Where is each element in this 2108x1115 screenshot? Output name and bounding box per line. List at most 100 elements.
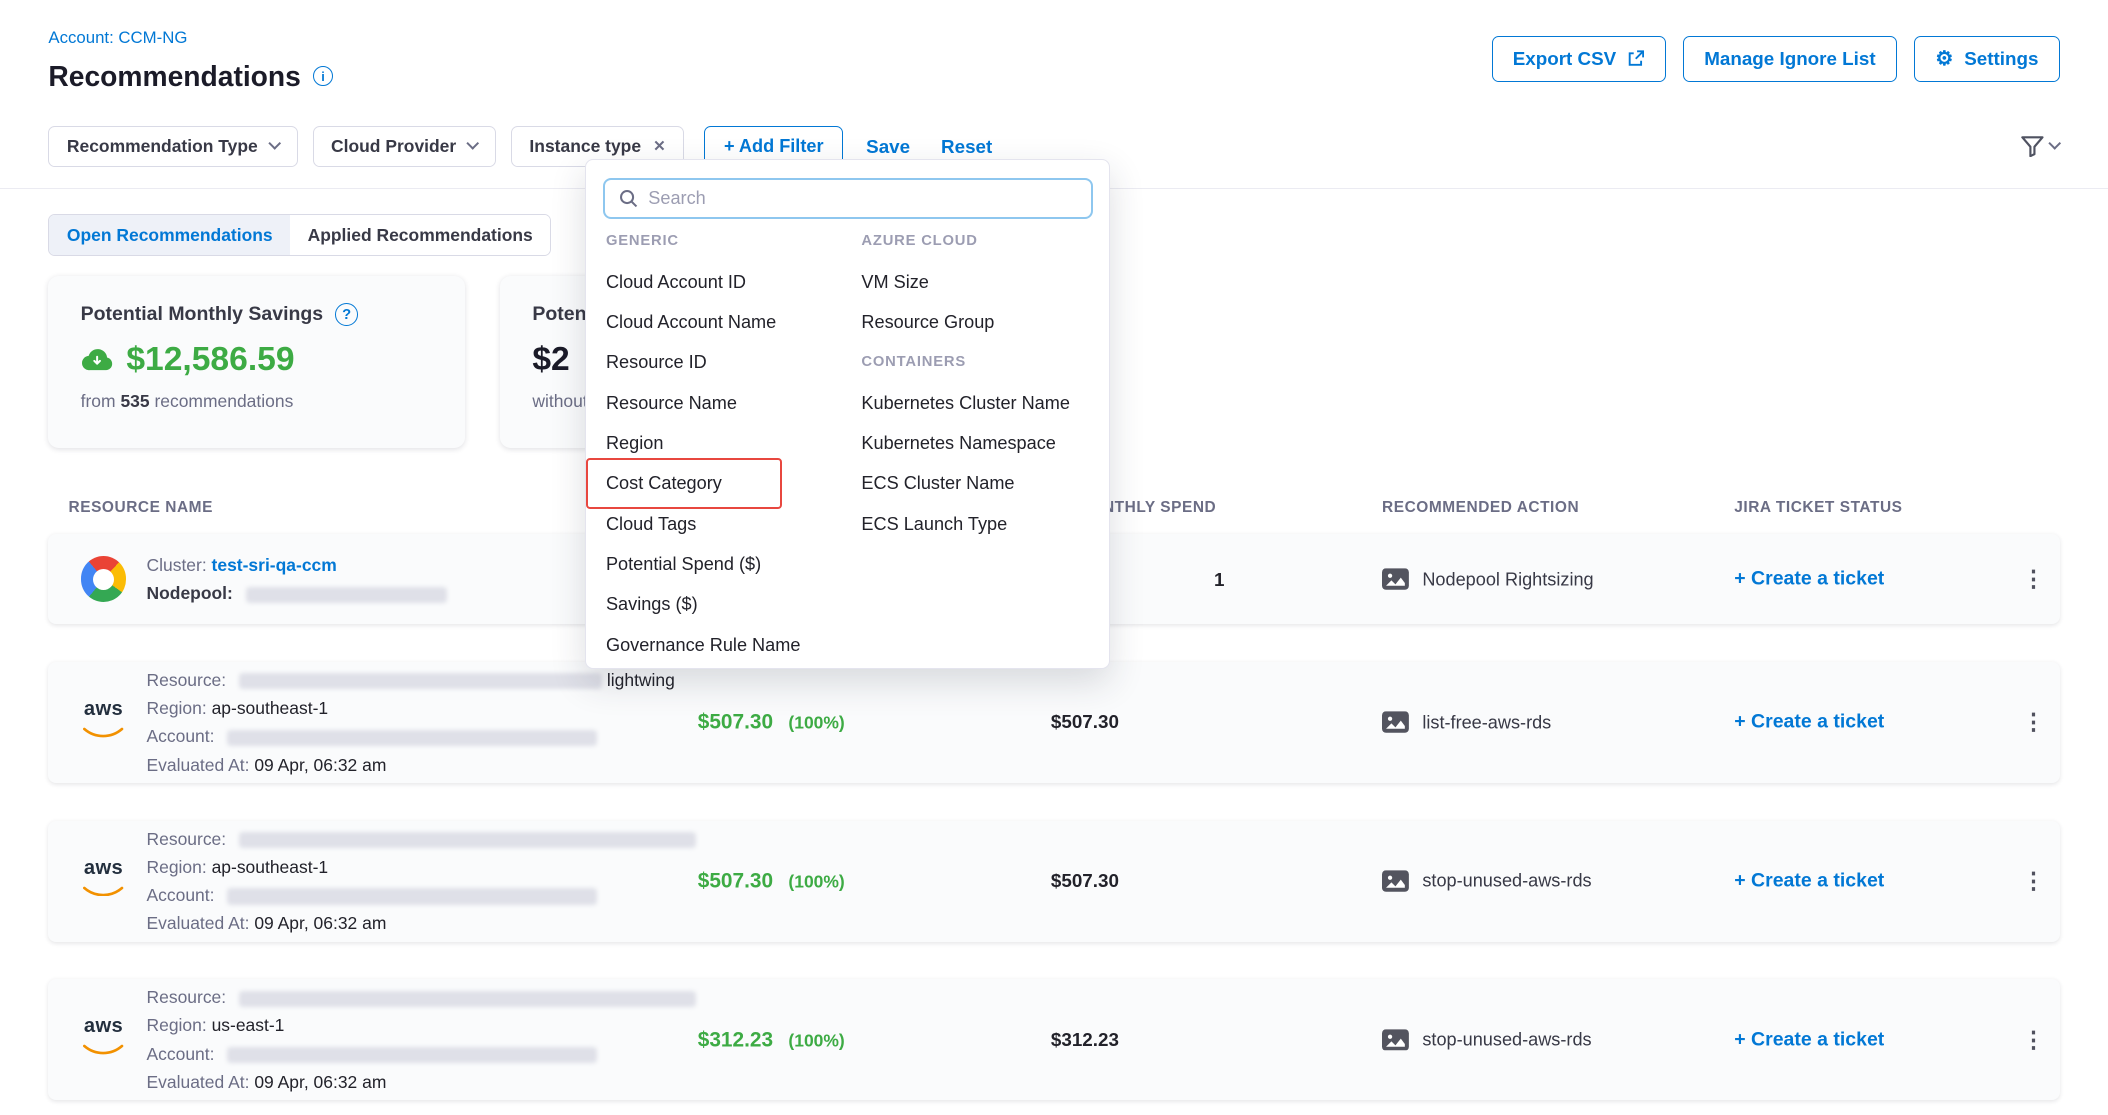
savings-cloud-icon	[81, 348, 113, 371]
filter-chip-cloud-provider[interactable]: Cloud Provider	[313, 126, 497, 168]
filter-option-potential-spend[interactable]: Potential Spend ($)	[606, 544, 856, 584]
redacted-account-value	[227, 1047, 597, 1063]
filter-option-kubernetes-cluster-name[interactable]: Kubernetes Cluster Name	[861, 383, 1103, 423]
filter-chip-recommendation-type[interactable]: Recommendation Type	[48, 126, 297, 168]
account-label: Account:	[147, 885, 215, 905]
filter-option-cloud-tags[interactable]: Cloud Tags	[606, 504, 856, 544]
create-ticket-link[interactable]: + Create a ticket	[1734, 568, 1884, 591]
row-menu-icon[interactable]: ⋮	[2017, 566, 2051, 593]
region-value: us-east-1	[212, 1015, 285, 1035]
column-header-recommended-action: RECOMMENDED ACTION	[1382, 499, 1579, 517]
settings-button[interactable]: ⚙ Settings	[1914, 36, 2059, 82]
create-ticket-link[interactable]: + Create a ticket	[1734, 1028, 1884, 1051]
monthly-savings-cell: $312.23 (100%)	[698, 1027, 845, 1052]
chevron-down-icon	[268, 137, 281, 150]
aws-logo-text: aws	[81, 860, 127, 877]
filter-option-savings[interactable]: Savings ($)	[606, 584, 856, 624]
savings-card-subtitle: from 535 recommendations	[81, 391, 433, 412]
savings-percent: (100%)	[788, 872, 844, 892]
info-icon[interactable]: i	[313, 66, 333, 86]
nodepool-label: Nodepool:	[147, 583, 233, 603]
export-csv-button[interactable]: Export CSV	[1492, 36, 1666, 82]
filter-option-vm-size[interactable]: VM Size	[861, 262, 1103, 302]
savings-card-title: Potential Monthly Savings	[81, 303, 324, 326]
filter-option-cloud-account-name[interactable]: Cloud Account Name	[606, 302, 856, 342]
manage-ignore-list-button[interactable]: Manage Ignore List	[1683, 36, 1897, 82]
redacted-resource-value	[239, 832, 696, 848]
filter-group-azure-containers: AZURE CLOUD VM Size Resource Group CONTA…	[861, 221, 1103, 544]
gcp-provider-icon	[81, 556, 127, 602]
filter-option-kubernetes-namespace[interactable]: Kubernetes Namespace	[861, 423, 1103, 463]
funnel-icon	[2021, 136, 2044, 158]
monthly-spend-cell: $312.23	[863, 1029, 1307, 1051]
redacted-account-value	[227, 730, 597, 746]
row-menu-icon[interactable]: ⋮	[2017, 868, 2051, 895]
evaluated-at-value: 09 Apr, 06:32 am	[254, 913, 386, 933]
filter-option-cloud-account-id[interactable]: Cloud Account ID	[606, 262, 856, 302]
close-icon[interactable]: ✕	[653, 138, 665, 155]
account-label: Account:	[147, 726, 215, 746]
chevron-down-icon	[466, 137, 479, 150]
gear-icon: ⚙	[1935, 49, 1953, 69]
table-row: aws Resource: lightwing Region: ap-south…	[48, 662, 2059, 783]
spend-card-title-fragment: Poten	[532, 303, 586, 326]
aws-logo-text: aws	[81, 701, 127, 718]
recommended-action-icon	[1382, 712, 1409, 734]
recommendations-page: Account: CCM-NG Recommendations i Export…	[0, 0, 2108, 1115]
savings-amount: $12,586.59	[126, 341, 294, 379]
filter-option-region[interactable]: Region	[606, 423, 856, 463]
chip-label: Instance type	[529, 136, 641, 157]
reset-filter-button[interactable]: Reset	[933, 136, 1000, 158]
question-icon[interactable]: ?	[335, 303, 358, 326]
chip-label: Cloud Provider	[331, 136, 456, 157]
cluster-name-link[interactable]: test-sri-qa-ccm	[212, 555, 337, 575]
manage-ignore-list-label: Manage Ignore List	[1704, 48, 1875, 70]
recommended-action-label: stop-unused-aws-rds	[1422, 871, 1591, 892]
filter-panel-toggle[interactable]	[2021, 136, 2060, 158]
aws-smile-icon	[83, 1044, 123, 1055]
resource-label: Resource:	[147, 670, 227, 690]
recommended-action-icon	[1382, 870, 1409, 892]
savings-sub-suffix: recommendations	[154, 391, 293, 411]
aws-smile-icon	[83, 886, 123, 897]
filter-option-cost-category[interactable]: Cost Category	[606, 463, 856, 503]
external-link-icon	[1627, 50, 1644, 67]
monthly-spend-fragment: 1	[1214, 569, 1224, 591]
account-breadcrumb[interactable]: Account: CCM-NG	[48, 28, 187, 47]
redacted-nodepool-value	[246, 587, 448, 603]
filter-option-ecs-launch-type[interactable]: ECS Launch Type	[861, 504, 1103, 544]
filter-option-governance-rule-name[interactable]: Governance Rule Name	[606, 625, 856, 665]
aws-logo-text: aws	[81, 1018, 127, 1035]
savings-value: $507.30	[698, 711, 773, 734]
tab-applied-recommendations[interactable]: Applied Recommendations	[290, 215, 550, 255]
save-filter-button[interactable]: Save	[858, 136, 918, 158]
filter-option-ecs-cluster-name[interactable]: ECS Cluster Name	[861, 463, 1103, 503]
filter-group-header: GENERIC	[606, 221, 856, 261]
savings-value: $312.23	[698, 1028, 773, 1051]
filter-search-box	[603, 178, 1092, 218]
create-ticket-link[interactable]: + Create a ticket	[1734, 870, 1884, 893]
resource-name-suffix: lightwing	[607, 670, 675, 690]
account-label: Account:	[147, 1044, 215, 1064]
row-menu-icon[interactable]: ⋮	[2017, 1026, 2051, 1053]
filter-group-header: AZURE CLOUD	[861, 221, 1103, 261]
aws-smile-icon	[83, 727, 123, 738]
filter-option-resource-name[interactable]: Resource Name	[606, 383, 856, 423]
monthly-spend-cell: $507.30	[863, 870, 1307, 892]
row-menu-icon[interactable]: ⋮	[2017, 709, 2051, 736]
region-label: Region:	[147, 698, 207, 718]
filter-option-resource-id[interactable]: Resource ID	[606, 342, 856, 382]
monthly-savings-cell: $507.30 (100%)	[698, 869, 845, 894]
aws-provider-icon: aws	[81, 860, 127, 902]
recommended-action-icon	[1382, 1029, 1409, 1051]
filter-search-input[interactable]	[648, 188, 1077, 209]
filter-group-header: CONTAINERS	[861, 342, 1103, 382]
recommended-action-icon	[1382, 569, 1409, 591]
spend-card-amount-fragment: $2	[532, 341, 569, 379]
table-row: aws Resource: Region: ap-southeast-1	[48, 821, 2059, 942]
savings-sub-prefix: from	[81, 391, 116, 411]
filter-option-resource-group[interactable]: Resource Group	[861, 302, 1103, 342]
tab-open-recommendations[interactable]: Open Recommendations	[49, 215, 290, 255]
column-header-jira-ticket-status: JIRA TICKET STATUS	[1734, 499, 1902, 517]
create-ticket-link[interactable]: + Create a ticket	[1734, 711, 1884, 734]
